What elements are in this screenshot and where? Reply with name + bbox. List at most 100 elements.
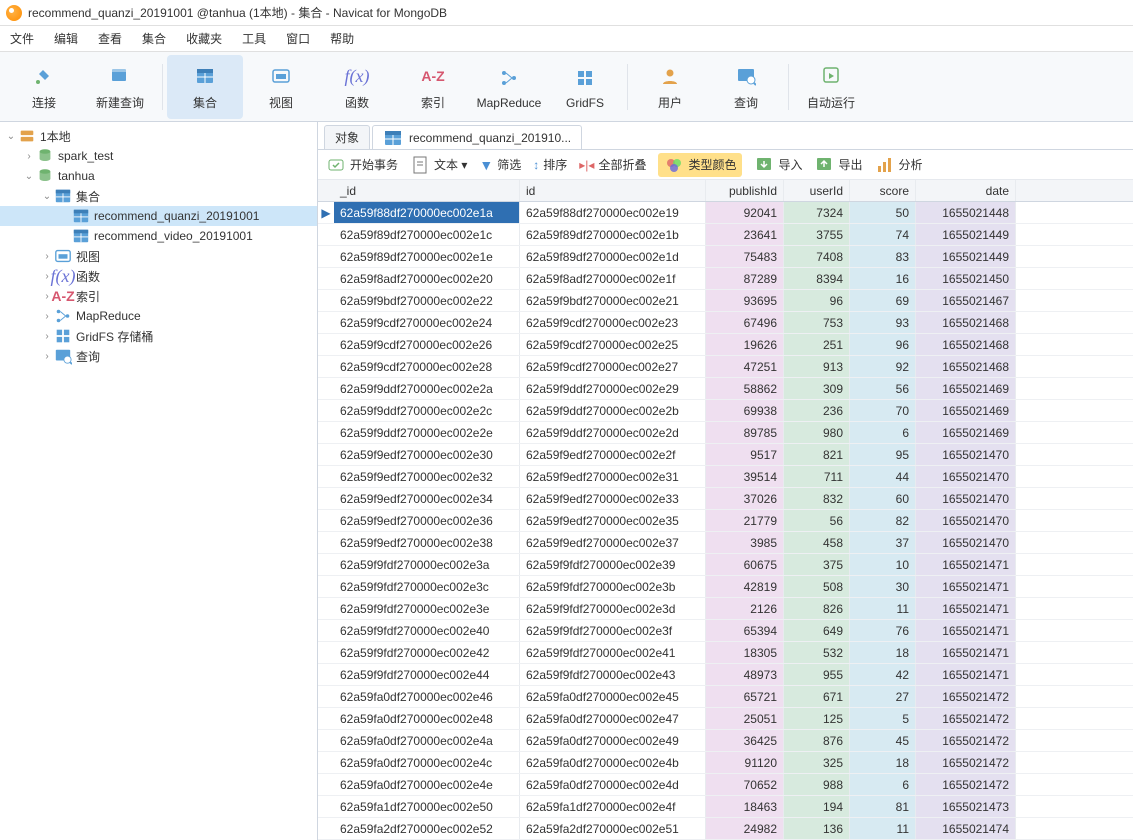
cell-score[interactable]: 16 <box>850 268 916 289</box>
cell-score[interactable]: 95 <box>850 444 916 465</box>
cell-id[interactable]: 62a59f9fdf270000ec002e3d <box>520 598 706 619</box>
table-row[interactable]: 62a59f9fdf270000ec002e3c62a59f9fdf270000… <box>318 576 1133 598</box>
cell-userId[interactable]: 753 <box>784 312 850 333</box>
tree-folder-集合[interactable]: ⌄集合 <box>0 186 317 206</box>
cell-score[interactable]: 11 <box>850 818 916 839</box>
column-header-userId[interactable]: userId <box>784 180 850 201</box>
table-row[interactable]: 62a59f9fdf270000ec002e4462a59f9fdf270000… <box>318 664 1133 686</box>
cell-id[interactable]: 62a59f9fdf270000ec002e3f <box>520 620 706 641</box>
cell-userId[interactable]: 236 <box>784 400 850 421</box>
cell-score[interactable]: 96 <box>850 334 916 355</box>
cell-score[interactable]: 44 <box>850 466 916 487</box>
cell-id[interactable]: 62a59f89df270000ec002e1d <box>520 246 706 267</box>
cell-userId[interactable]: 671 <box>784 686 850 707</box>
cell-_id[interactable]: 62a59f9edf270000ec002e30 <box>334 444 520 465</box>
gridbar-sort-button[interactable]: ↕排序 <box>533 156 567 173</box>
table-row[interactable]: 62a59f9fdf270000ec002e3a62a59f9fdf270000… <box>318 554 1133 576</box>
tree-collection-recommend_video_20191001[interactable]: recommend_video_20191001 <box>0 226 317 246</box>
cell-userId[interactable]: 711 <box>784 466 850 487</box>
cell-date[interactable]: 1655021471 <box>916 642 1016 663</box>
cell-id[interactable]: 62a59f9edf270000ec002e37 <box>520 532 706 553</box>
cell-score[interactable]: 6 <box>850 422 916 443</box>
cell-publishId[interactable]: 92041 <box>706 202 784 223</box>
tree-twisty-icon[interactable]: › <box>40 251 54 262</box>
cell-score[interactable]: 69 <box>850 290 916 311</box>
cell-publishId[interactable]: 24982 <box>706 818 784 839</box>
table-row[interactable]: ▶62a59f88df270000ec002e1a62a59f88df27000… <box>318 202 1133 224</box>
cell-score[interactable]: 50 <box>850 202 916 223</box>
cell-date[interactable]: 1655021472 <box>916 752 1016 773</box>
cell-date[interactable]: 1655021470 <box>916 444 1016 465</box>
cell-publishId[interactable]: 37026 <box>706 488 784 509</box>
cell-userId[interactable]: 988 <box>784 774 850 795</box>
cell-score[interactable]: 42 <box>850 664 916 685</box>
cell-score[interactable]: 74 <box>850 224 916 245</box>
cell-userId[interactable]: 136 <box>784 818 850 839</box>
cell-userId[interactable]: 3755 <box>784 224 850 245</box>
cell-_id[interactable]: 62a59fa0df270000ec002e4a <box>334 730 520 751</box>
cell-_id[interactable]: 62a59fa0df270000ec002e4c <box>334 752 520 773</box>
menu-编辑[interactable]: 编辑 <box>54 30 78 47</box>
cell-publishId[interactable]: 42819 <box>706 576 784 597</box>
cell-date[interactable]: 1655021469 <box>916 378 1016 399</box>
cell-publishId[interactable]: 47251 <box>706 356 784 377</box>
cell-_id[interactable]: 62a59f9cdf270000ec002e26 <box>334 334 520 355</box>
toolbar-fx-button[interactable]: f(x)函数 <box>319 55 395 119</box>
cell-_id[interactable]: 62a59f9fdf270000ec002e42 <box>334 642 520 663</box>
table-row[interactable]: 62a59f89df270000ec002e1c62a59f89df270000… <box>318 224 1133 246</box>
cell-date[interactable]: 1655021471 <box>916 598 1016 619</box>
table-row[interactable]: 62a59f9edf270000ec002e3062a59f9edf270000… <box>318 444 1133 466</box>
cell-date[interactable]: 1655021471 <box>916 664 1016 685</box>
cell-score[interactable]: 18 <box>850 642 916 663</box>
tree-twisty-icon[interactable]: › <box>40 311 54 322</box>
cell-_id[interactable]: 62a59f9edf270000ec002e32 <box>334 466 520 487</box>
cell-userId[interactable]: 458 <box>784 532 850 553</box>
cell-score[interactable]: 93 <box>850 312 916 333</box>
cell-_id[interactable]: 62a59f9fdf270000ec002e40 <box>334 620 520 641</box>
column-header-date[interactable]: date <box>916 180 1016 201</box>
cell-publishId[interactable]: 70652 <box>706 774 784 795</box>
cell-_id[interactable]: 62a59fa2df270000ec002e52 <box>334 818 520 839</box>
toolbar-view-button[interactable]: 视图 <box>243 55 319 119</box>
cell-_id[interactable]: 62a59fa1df270000ec002e50 <box>334 796 520 817</box>
cell-id[interactable]: 62a59fa0df270000ec002e49 <box>520 730 706 751</box>
cell-userId[interactable]: 532 <box>784 642 850 663</box>
cell-publishId[interactable]: 67496 <box>706 312 784 333</box>
cell-score[interactable]: 92 <box>850 356 916 377</box>
cell-publishId[interactable]: 65721 <box>706 686 784 707</box>
cell-id[interactable]: 62a59f89df270000ec002e1b <box>520 224 706 245</box>
cell-_id[interactable]: 62a59f89df270000ec002e1c <box>334 224 520 245</box>
gridbar-export-button[interactable]: 导出 <box>814 155 862 175</box>
tree-db-spark_test[interactable]: ›spark_test <box>0 146 317 166</box>
table-row[interactable]: 62a59f89df270000ec002e1e62a59f89df270000… <box>318 246 1133 268</box>
cell-date[interactable]: 1655021471 <box>916 576 1016 597</box>
tree-twisty-icon[interactable]: ⌄ <box>22 171 36 182</box>
cell-publishId[interactable]: 39514 <box>706 466 784 487</box>
cell-date[interactable]: 1655021450 <box>916 268 1016 289</box>
cell-score[interactable]: 6 <box>850 774 916 795</box>
table-row[interactable]: 62a59f9ddf270000ec002e2a62a59f9ddf270000… <box>318 378 1133 400</box>
cell-score[interactable]: 60 <box>850 488 916 509</box>
tree-connection[interactable]: ⌄1本地 <box>0 126 317 146</box>
gridbar-chart-button[interactable]: 分析 <box>875 155 923 175</box>
tree-twisty-icon[interactable]: › <box>40 331 54 342</box>
cell-_id[interactable]: 62a59f9fdf270000ec002e3c <box>334 576 520 597</box>
cell-date[interactable]: 1655021468 <box>916 356 1016 377</box>
tab-对象[interactable]: 对象 <box>324 125 370 149</box>
cell-score[interactable]: 83 <box>850 246 916 267</box>
table-row[interactable]: 62a59f9fdf270000ec002e3e62a59f9fdf270000… <box>318 598 1133 620</box>
cell-userId[interactable]: 508 <box>784 576 850 597</box>
cell-score[interactable]: 27 <box>850 686 916 707</box>
cell-date[interactable]: 1655021474 <box>916 818 1016 839</box>
cell-publishId[interactable]: 87289 <box>706 268 784 289</box>
table-row[interactable]: 62a59fa2df270000ec002e5262a59fa2df270000… <box>318 818 1133 840</box>
tree-folder-MapReduce[interactable]: ›MapReduce <box>0 306 317 326</box>
gridbar-collapse-button[interactable]: ▸|◂全部折叠 <box>579 156 646 173</box>
gridbar-filter-button[interactable]: ▼筛选 <box>479 156 521 173</box>
cell-userId[interactable]: 980 <box>784 422 850 443</box>
toolbar-gridfs-button[interactable]: GridFS <box>547 55 623 119</box>
cell-date[interactable]: 1655021473 <box>916 796 1016 817</box>
table-row[interactable]: 62a59fa1df270000ec002e5062a59fa1df270000… <box>318 796 1133 818</box>
cell-date[interactable]: 1655021448 <box>916 202 1016 223</box>
cell-publishId[interactable]: 18305 <box>706 642 784 663</box>
